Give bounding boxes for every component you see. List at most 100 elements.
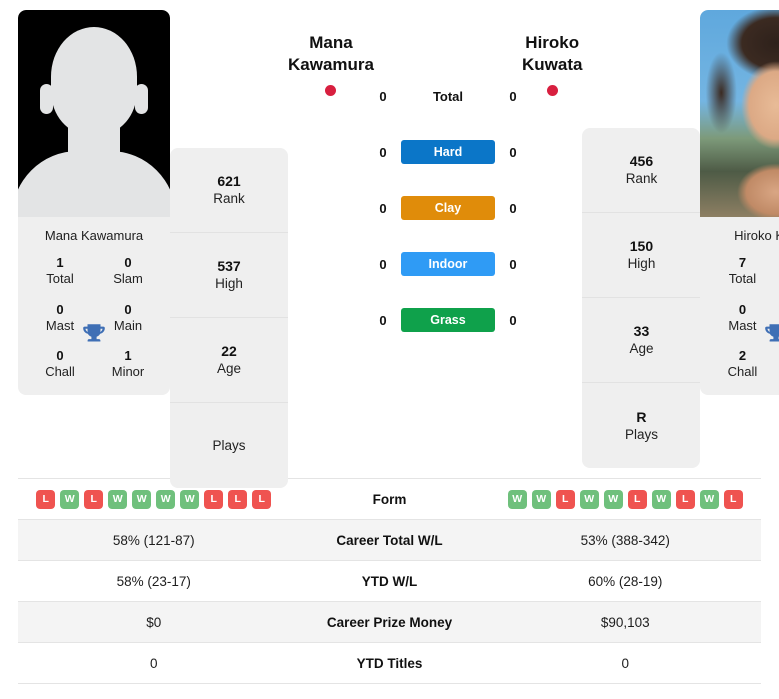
right-career-prize-money: $90,103 <box>600 614 650 630</box>
form-badge-win[interactable]: W <box>603 489 623 509</box>
row-label-career-prize-money: Career Prize Money <box>326 614 453 630</box>
right-player-name-block[interactable]: Hiroko Kuwata <box>522 10 582 97</box>
left-form-cell: LWLWWWWLLL <box>18 489 290 509</box>
right-title-total: 7 Total <box>708 255 776 288</box>
surface-row-indoor: 0 Indoor 0 <box>374 236 522 292</box>
right-player-flag-icon <box>546 85 558 97</box>
left-form-strip: LWLWWWWLLL <box>36 489 272 509</box>
left-title-slam: 0 Slam <box>94 255 162 288</box>
right-score-total: 0 <box>509 88 517 104</box>
form-badge-loss[interactable]: L <box>555 489 575 509</box>
right-form-strip: WWLWWLWLWL <box>507 489 743 509</box>
left-score-indoor: 0 <box>379 256 387 272</box>
left-stat-rank: 621 Rank <box>170 148 288 233</box>
left-title-minor: 1 Minor <box>94 348 162 381</box>
form-badge-win[interactable]: W <box>579 489 599 509</box>
surface-row-hard: 0 Hard 0 <box>374 124 522 180</box>
form-badge-loss[interactable]: L <box>675 489 695 509</box>
value: 621 <box>217 173 241 190</box>
form-badge-win[interactable]: W <box>699 489 719 509</box>
label: Plays <box>212 437 246 453</box>
label: Plays <box>624 426 658 442</box>
left-score-total: 0 <box>379 88 387 104</box>
right-player-first-name: Hiroko <box>525 33 580 52</box>
right-titles-grid: 7 Total 0 Slam 0 Mast 0 Main 2 Chall 5 M… <box>700 253 779 395</box>
left-player-flag-icon <box>325 85 337 97</box>
value: 0 <box>738 301 747 317</box>
right-ytd-titles: 0 <box>621 655 629 671</box>
surface-badge-grass: Grass <box>400 308 495 332</box>
right-score-indoor: 0 <box>509 256 517 272</box>
surface-row-clay: 0 Clay 0 <box>374 180 522 236</box>
left-score-grass: 0 <box>379 312 387 328</box>
trophy-icon <box>763 321 779 352</box>
right-score-hard: 0 <box>509 144 517 160</box>
form-badge-win[interactable]: W <box>507 489 527 509</box>
row-label-ytd-titles: YTD Titles <box>356 655 423 671</box>
left-stat-card: 621 Rank 537 High 22 Age Plays <box>170 148 288 488</box>
label: Total <box>46 271 74 287</box>
left-player-photo <box>18 10 170 217</box>
value: 150 <box>629 238 654 255</box>
form-badge-win[interactable]: W <box>531 489 551 509</box>
right-score-clay: 0 <box>509 200 517 216</box>
right-stat-card: 456 Rank 150 High 33 Age R Plays <box>582 128 701 468</box>
form-badge-loss[interactable]: L <box>228 489 248 509</box>
form-badge-loss[interactable]: L <box>627 489 647 509</box>
right-player-photo <box>700 10 779 217</box>
value: 33 <box>633 323 650 340</box>
label: Minor <box>111 364 145 380</box>
form-badge-win[interactable]: W <box>180 489 200 509</box>
label: Chall <box>727 364 758 380</box>
label: Total <box>728 271 757 287</box>
table-row-career-prize-money: $0 Career Prize Money $90,103 <box>18 602 761 643</box>
table-row-form: LWLWWWWLLL Form WWLWWLWLWL <box>18 479 761 520</box>
right-stat-high: 150 High <box>582 213 701 298</box>
right-score-grass: 0 <box>509 312 517 328</box>
surface-row-total: 0 Total 0 <box>374 68 522 124</box>
label: Age <box>216 361 242 377</box>
form-badge-loss[interactable]: L <box>252 489 272 509</box>
right-player-last-name: Kuwata <box>521 55 583 75</box>
label: Chall <box>45 364 75 380</box>
form-badge-win[interactable]: W <box>156 489 176 509</box>
left-player-first-name: Mana <box>309 33 353 52</box>
left-title-total: 1 Total <box>26 255 94 288</box>
avatar-ear-left-shape <box>40 84 53 114</box>
value: 0 <box>124 301 132 317</box>
value: R <box>636 408 647 425</box>
left-career-prize-money: $0 <box>146 614 162 630</box>
left-ytd-titles: 0 <box>149 655 158 671</box>
right-career-total-wl: 53% (388-342) <box>580 532 670 548</box>
form-badge-loss[interactable]: L <box>723 489 743 509</box>
right-title-chall: 2 Chall <box>708 348 776 381</box>
surface-row-grass: 0 Grass 0 <box>374 292 522 348</box>
left-player-name-block[interactable]: Mana Kawamura <box>288 10 374 97</box>
table-row-ytd-wl: 58% (23-17) YTD W/L 60% (28-19) <box>18 561 761 602</box>
form-badge-loss[interactable]: L <box>204 489 224 509</box>
form-badge-win[interactable]: W <box>651 489 671 509</box>
form-badge-win[interactable]: W <box>132 489 152 509</box>
left-player-card[interactable]: Mana Kawamura 1 Total 0 Slam 0 Mast 0 Ma… <box>18 10 170 395</box>
right-stat-plays: R Plays <box>582 383 700 468</box>
surface-head-to-head: 0 Total 0 0 Hard 0 0 Clay 0 0 Indoor 0 0… <box>374 10 522 348</box>
row-label-ytd-wl: YTD W/L <box>361 573 418 589</box>
left-title-chall: 0 Chall <box>26 348 94 381</box>
right-form-cell: WWLWWLWLWL <box>490 489 762 509</box>
form-badge-loss[interactable]: L <box>36 489 56 509</box>
comparison-table: LWLWWWWLLL Form WWLWWLWLWL 58% (121-87) … <box>18 478 761 684</box>
avatar-body-shape <box>18 151 170 217</box>
right-player-card[interactable]: Hiroko Kuwata 7 Total 0 Slam 0 Mast 0 Ma… <box>700 10 779 395</box>
left-stat-high: 537 High <box>170 233 288 318</box>
value: 456 <box>629 153 654 170</box>
surface-badge-indoor: Indoor <box>400 252 495 276</box>
form-badge-loss[interactable]: L <box>84 489 104 509</box>
right-player-name: Hiroko Kuwata <box>522 32 582 76</box>
form-badge-win[interactable]: W <box>108 489 128 509</box>
value: 22 <box>221 343 237 360</box>
left-career-total-wl: 58% (121-87) <box>112 532 195 548</box>
left-player-last-name: Kawamura <box>288 55 374 75</box>
left-ytd-wl: 58% (23-17) <box>116 573 191 589</box>
table-row-career-total-wl: 58% (121-87) Career Total W/L 53% (388-3… <box>18 520 761 561</box>
form-badge-win[interactable]: W <box>60 489 80 509</box>
